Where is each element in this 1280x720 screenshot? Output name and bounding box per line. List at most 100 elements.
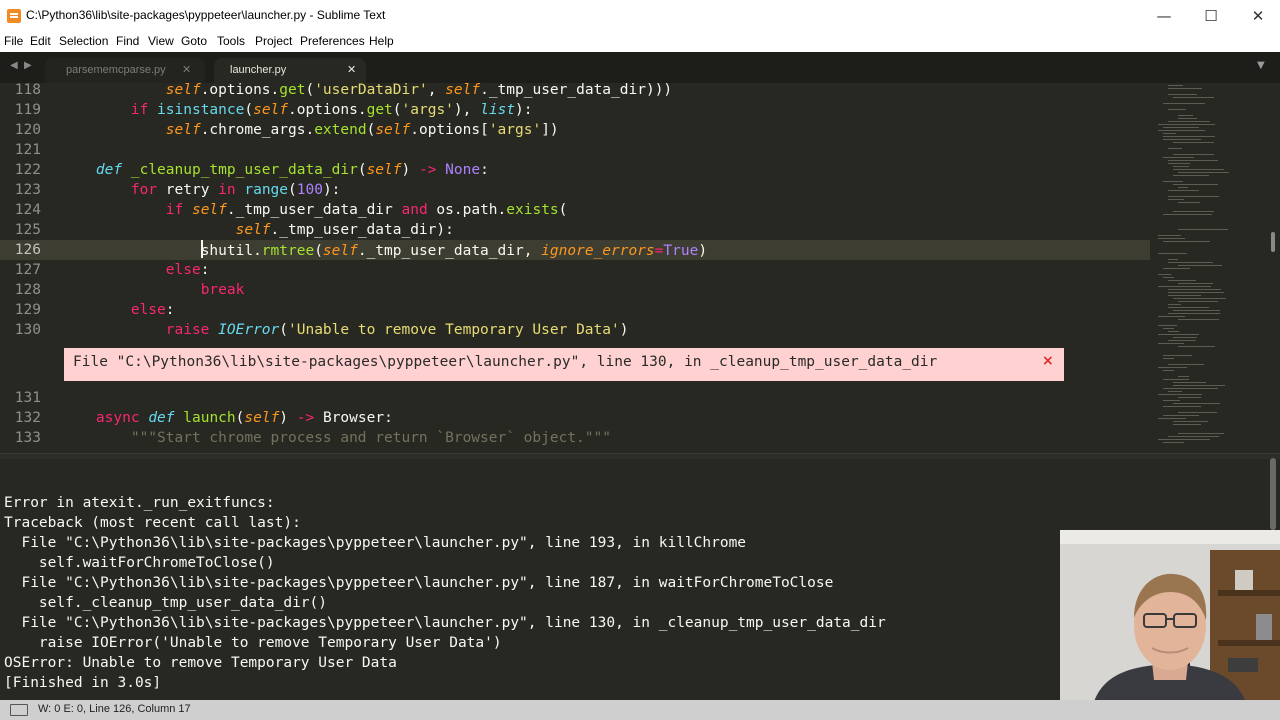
minimap-line: [1173, 166, 1189, 167]
output-line: [Finished in 3.0s]: [4, 675, 162, 691]
minimap-line: [1173, 385, 1225, 386]
code-line: 123 for retry in range(100):: [0, 180, 1150, 200]
minimap-line: [1163, 127, 1199, 128]
menu-edit[interactable]: Edit: [30, 34, 51, 48]
tab-label: parsememcparse.py: [66, 64, 166, 76]
line-number: 129: [14, 302, 41, 318]
menu-preferences[interactable]: Preferences: [300, 34, 365, 48]
menu-project[interactable]: Project: [255, 34, 292, 48]
minimap-line: [1168, 190, 1199, 191]
minimap-line: [1168, 307, 1209, 308]
output-line: OSError: Unable to remove Temporary User…: [4, 655, 397, 671]
nav-back-icon[interactable]: ◀: [10, 60, 18, 71]
minimap-line: [1158, 130, 1205, 131]
error-phantom: File "C:\Python36\lib\site-packages\pypp…: [64, 348, 1064, 381]
minimap-line: [1163, 268, 1190, 269]
line-number: 127: [14, 262, 41, 278]
minimap-line: [1168, 331, 1179, 332]
minimap-line: [1163, 379, 1189, 380]
minimap-line: [1158, 325, 1177, 326]
minimap-line: [1158, 235, 1181, 236]
output-scrollbar[interactable]: [1270, 458, 1276, 530]
minimap-line: [1173, 424, 1201, 425]
line-number: 132: [14, 410, 41, 426]
maximize-button[interactable]: ☐: [1188, 0, 1234, 32]
minimap-line: [1168, 340, 1196, 341]
minimap-line: [1168, 199, 1184, 200]
line-number: 122: [14, 162, 41, 178]
menu-selection[interactable]: Selection: [59, 34, 108, 48]
minimap-line: [1168, 295, 1201, 296]
code-line: 129 else:: [0, 300, 1150, 320]
code-line: 131: [0, 388, 1150, 408]
menu-file[interactable]: File: [4, 34, 23, 48]
line-number: 130: [14, 322, 41, 338]
minimap-line: [1168, 313, 1220, 314]
minimap-line: [1163, 388, 1218, 389]
code-line: 127 else:: [0, 260, 1150, 280]
tab-parsememcparse[interactable]: parsememcparse.py ✕: [45, 58, 205, 83]
code-text: self.options.get('userDataDir', self._tm…: [165, 83, 673, 98]
minimap-line: [1163, 370, 1174, 371]
minimap-line: [1178, 202, 1200, 203]
minimap-line: [1178, 172, 1229, 173]
minimap-line: [1158, 124, 1215, 125]
code-text: async def launch(self) -> Browser:: [95, 410, 393, 426]
tab-overflow-icon[interactable]: ▼: [1257, 60, 1265, 71]
menu-view[interactable]: View: [148, 34, 174, 48]
minimap[interactable]: [1150, 83, 1270, 453]
minimap-line: [1163, 406, 1201, 407]
tab-close-icon[interactable]: ✕: [182, 63, 191, 76]
minimap-line: [1173, 97, 1214, 98]
minimap-line: [1163, 358, 1174, 359]
menu-goto[interactable]: Goto: [181, 34, 207, 48]
panel-toggle-icon[interactable]: [10, 704, 28, 716]
tab-close-icon[interactable]: ✕: [347, 63, 356, 76]
minimize-button[interactable]: —: [1141, 0, 1187, 32]
minimap-line: [1168, 436, 1219, 437]
minimap-line: [1178, 115, 1193, 116]
minimap-line: [1168, 259, 1178, 260]
minimap-line: [1178, 346, 1215, 347]
minimap-line: [1168, 88, 1202, 89]
minimap-line: [1163, 355, 1192, 356]
code-text: raise IOError('Unable to remove Temporar…: [165, 322, 629, 338]
webcam-overlay: [1060, 530, 1280, 720]
minimap-line: [1163, 214, 1212, 215]
minimap-line: [1168, 196, 1219, 197]
minimap-line: [1158, 238, 1185, 239]
nav-forward-icon[interactable]: ▶: [24, 60, 32, 71]
line-number: 123: [14, 182, 41, 198]
minimap-line: [1158, 367, 1187, 368]
menu-tools[interactable]: Tools: [217, 34, 245, 48]
minimap-line: [1163, 103, 1205, 104]
minimap-line: [1158, 418, 1186, 419]
menu-help[interactable]: Help: [369, 34, 394, 48]
output-line: Error in atexit._run_exitfuncs:: [4, 495, 275, 511]
minimap-line: [1163, 400, 1180, 401]
minimap-line: [1173, 298, 1226, 299]
code-line: 124 if self._tmp_user_data_dir and os.pa…: [0, 200, 1150, 220]
minimap-line: [1168, 121, 1210, 122]
close-window-button[interactable]: ✕: [1235, 0, 1280, 32]
minimap-line: [1178, 118, 1197, 119]
minimap-line: [1158, 343, 1184, 344]
tab-launcher[interactable]: launcher.py ✕: [214, 58, 366, 83]
code-line: 121: [0, 140, 1150, 160]
error-close-icon[interactable]: ×: [1042, 353, 1054, 369]
code-editor[interactable]: 118 self.options.get('userDataDir', self…: [0, 83, 1280, 453]
code-text: if self._tmp_user_data_dir and os.path.e…: [165, 202, 568, 218]
code-text: shutil.rmtree(self._tmp_user_data_dir, i…: [61, 240, 707, 261]
minimap-line: [1168, 292, 1224, 293]
code-line: 128 break: [0, 280, 1150, 300]
menu-find[interactable]: Find: [116, 34, 139, 48]
title-bar: C:\Python36\lib\site-packages\pyppeteer\…: [0, 0, 1280, 32]
minimap-line: [1168, 391, 1182, 392]
minimap-line: [1168, 364, 1204, 365]
minimap-line: [1163, 415, 1199, 416]
minimap-line: [1178, 265, 1222, 266]
minimap-line: [1178, 301, 1218, 302]
editor-scrollbar[interactable]: [1271, 232, 1275, 252]
minimap-line: [1178, 187, 1188, 188]
minimap-line: [1168, 262, 1213, 263]
